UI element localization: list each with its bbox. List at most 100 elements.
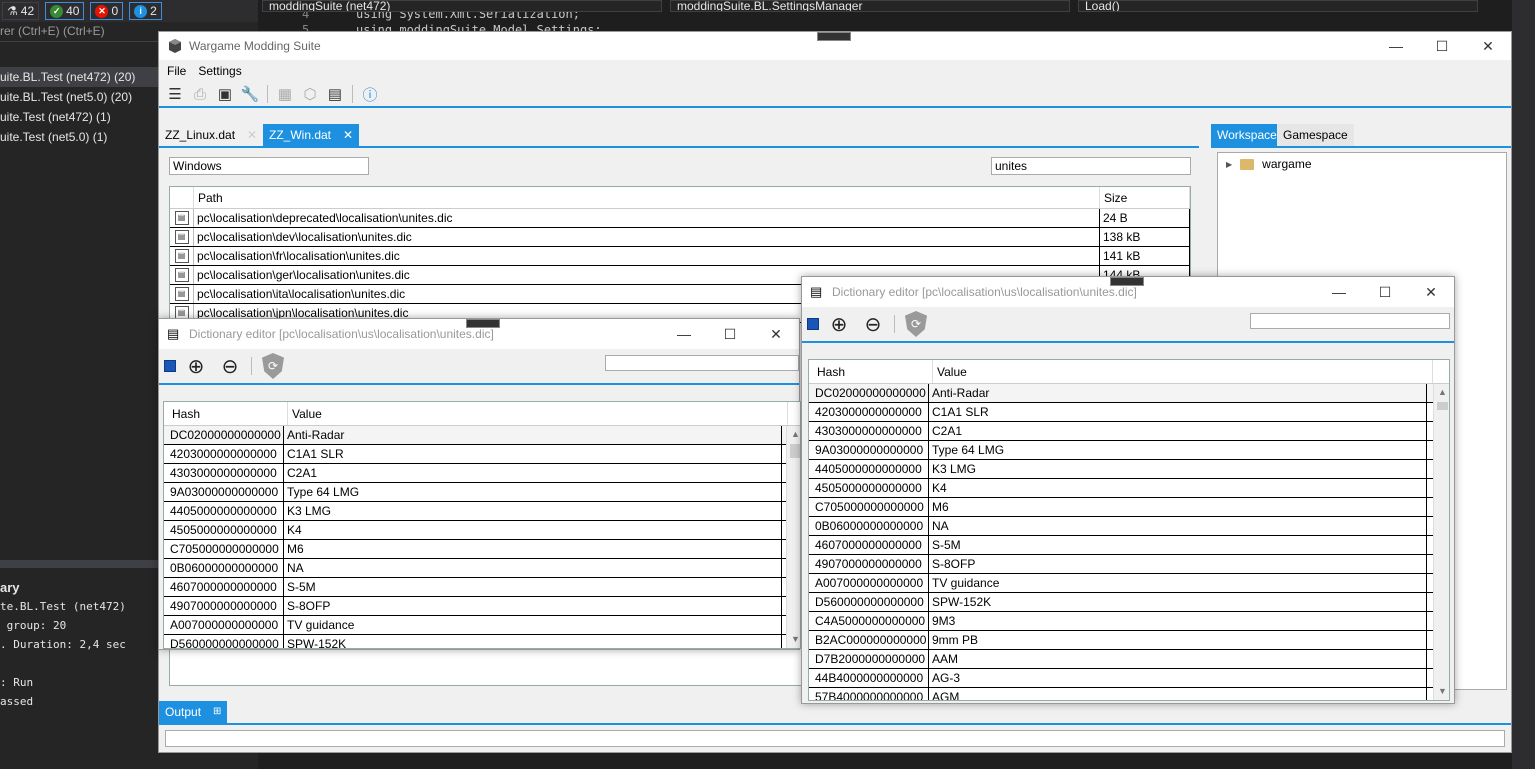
table-row[interactable]: A007000000000000 TV guidance (809, 574, 1449, 593)
hash-cell[interactable]: 4405000000000000 (164, 502, 284, 520)
table-row[interactable]: 4203000000000000 C1A1 SLR (809, 403, 1449, 422)
value-cell[interactable]: M6 (284, 540, 782, 558)
hash-cell[interactable]: 4505000000000000 (164, 521, 284, 539)
hash-cell[interactable]: 0B06000000000000 (164, 559, 284, 577)
size-cell[interactable]: 24 B (1100, 209, 1190, 227)
hash-column-header[interactable]: Hash (809, 360, 933, 383)
table-row[interactable]: D7B2000000000000 AAM (809, 650, 1449, 669)
tab-zz-linux[interactable]: ZZ_Linux.dat ✕ (159, 124, 263, 146)
dict-search-input[interactable] (1250, 313, 1450, 329)
drag-grip[interactable] (1110, 277, 1144, 286)
member-dropdown[interactable]: Load() (1078, 0, 1478, 12)
minimize-button[interactable]: — (1373, 32, 1419, 60)
scroll-down-icon[interactable]: ▼ (1434, 683, 1449, 700)
value-cell[interactable]: AG-3 (929, 669, 1427, 687)
hash-cell[interactable]: A007000000000000 (809, 574, 929, 592)
tree-item-wargame[interactable]: ▶ wargame (1226, 157, 1312, 171)
hash-cell[interactable]: 4203000000000000 (809, 403, 929, 421)
path-cell[interactable]: pc\localisation\deprecated\localisation\… (194, 209, 1100, 227)
table-row[interactable]: A007000000000000 TV guidance (164, 616, 800, 635)
menu-settings[interactable]: Settings (192, 64, 247, 78)
export-icon[interactable]: ⎙ (190, 84, 210, 104)
hash-cell[interactable]: A007000000000000 (164, 616, 284, 634)
table-row[interactable]: D560000000000000 SPW-152K (809, 593, 1449, 612)
table-row[interactable]: 4303000000000000 C2A1 (809, 422, 1449, 441)
hash-cell[interactable]: 4505000000000000 (809, 479, 929, 497)
path-cell[interactable]: pc\localisation\dev\localisation\unites.… (194, 228, 1100, 246)
add-entry-icon[interactable]: ⊕ (824, 309, 854, 339)
hash-cell[interactable]: DC02000000000000 (809, 384, 929, 402)
hash-cell[interactable]: C705000000000000 (164, 540, 284, 558)
table-row[interactable]: C4A5000000000000 9M3 (809, 612, 1449, 631)
value-cell[interactable]: 9M3 (929, 612, 1427, 630)
value-cell[interactable]: S-8OFP (284, 597, 782, 615)
size-column-header[interactable]: Size (1100, 187, 1190, 208)
add-entry-icon[interactable]: ⊕ (181, 351, 211, 381)
hash-cell[interactable]: C705000000000000 (809, 498, 929, 516)
minimize-button[interactable]: — (1316, 278, 1362, 306)
table-row[interactable]: 57B4000000000000 AGM (809, 688, 1449, 700)
value-cell[interactable]: AAM (929, 650, 1427, 668)
model-icon[interactable]: ⬡ (300, 84, 320, 104)
hash-cell[interactable]: 4907000000000000 (164, 597, 284, 615)
scroll-thumb[interactable] (1437, 402, 1448, 410)
value-cell[interactable]: M6 (929, 498, 1427, 516)
maximize-button[interactable]: ☐ (1362, 278, 1408, 306)
value-cell[interactable]: K4 (284, 521, 782, 539)
close-icon[interactable]: ✕ (343, 124, 353, 146)
hash-cell[interactable]: B2AC000000000000 (809, 631, 929, 649)
save-icon[interactable] (163, 351, 177, 381)
table-row[interactable]: 4607000000000000 S-5M (164, 578, 800, 597)
hash-cell[interactable]: 9A03000000000000 (809, 441, 929, 459)
tab-output[interactable]: Output ⊞ (159, 701, 228, 723)
table-row[interactable]: 44B4000000000000 AG-3 (809, 669, 1449, 688)
save-icon[interactable] (806, 309, 820, 339)
project-dropdown[interactable]: moddingSuite (net472) (262, 0, 662, 12)
close-button[interactable]: ✕ (753, 320, 799, 348)
value-cell[interactable]: C1A1 SLR (929, 403, 1427, 421)
value-cell[interactable]: K3 LMG (284, 502, 782, 520)
shield-icon[interactable]: ⟳ (901, 309, 931, 339)
minimize-button[interactable]: — (661, 320, 707, 348)
hash-cell[interactable]: 4203000000000000 (164, 445, 284, 463)
table-row[interactable]: 4203000000000000 C1A1 SLR (164, 445, 800, 464)
passed-tests-badge[interactable]: ✓ 40 (45, 2, 85, 20)
table-row[interactable]: C705000000000000 M6 (809, 498, 1449, 517)
size-cell[interactable]: 141 kB (1100, 247, 1190, 265)
value-cell[interactable]: S-5M (284, 578, 782, 596)
value-cell[interactable]: TV guidance (284, 616, 782, 634)
value-cell[interactable]: S-5M (929, 536, 1427, 554)
expand-arrow-icon[interactable]: ▶ (1226, 160, 1232, 169)
drag-grip[interactable] (817, 32, 851, 41)
hash-cell[interactable]: 57B4000000000000 (809, 688, 929, 700)
hash-cell[interactable]: C4A5000000000000 (809, 612, 929, 630)
hash-cell[interactable]: 0B06000000000000 (809, 517, 929, 535)
image-icon[interactable]: ▣ (215, 84, 235, 104)
value-cell[interactable]: Anti-Radar (929, 384, 1427, 402)
table-row[interactable]: 4607000000000000 S-5M (809, 536, 1449, 555)
value-cell[interactable]: Type 64 LMG (929, 441, 1427, 459)
table-row[interactable]: DC02000000000000 Anti-Radar (809, 384, 1449, 403)
info-icon[interactable]: ⓘ (360, 84, 380, 104)
table-row[interactable]: 0B06000000000000 NA (164, 559, 800, 578)
hash-cell[interactable]: 4907000000000000 (809, 555, 929, 573)
total-tests-badge[interactable]: ⚗ 42 (2, 2, 40, 20)
table-row[interactable]: 4405000000000000 K3 LMG (164, 502, 800, 521)
size-cell[interactable]: 138 kB (1100, 228, 1190, 246)
maximize-button[interactable]: ☐ (1419, 32, 1465, 60)
remove-entry-icon[interactable]: ⊖ (215, 351, 245, 381)
shield-icon[interactable]: ⟳ (258, 351, 288, 381)
table-row[interactable]: 4405000000000000 K3 LMG (809, 460, 1449, 479)
value-cell[interactable]: SPW-152K (284, 635, 782, 648)
value-cell[interactable]: K3 LMG (929, 460, 1427, 478)
value-cell[interactable]: NA (929, 517, 1427, 535)
filter-left-input[interactable]: Windows (169, 157, 369, 175)
close-icon[interactable]: ✕ (247, 124, 257, 146)
scroll-thumb[interactable] (790, 444, 800, 458)
scroll-down-icon[interactable]: ▼ (787, 631, 800, 648)
hash-cell[interactable]: D560000000000000 (164, 635, 284, 648)
close-button[interactable]: ✕ (1465, 32, 1511, 60)
open-files-icon[interactable]: ☰ (165, 84, 185, 104)
value-column-header[interactable]: Value (288, 402, 788, 425)
value-cell[interactable]: Type 64 LMG (284, 483, 782, 501)
